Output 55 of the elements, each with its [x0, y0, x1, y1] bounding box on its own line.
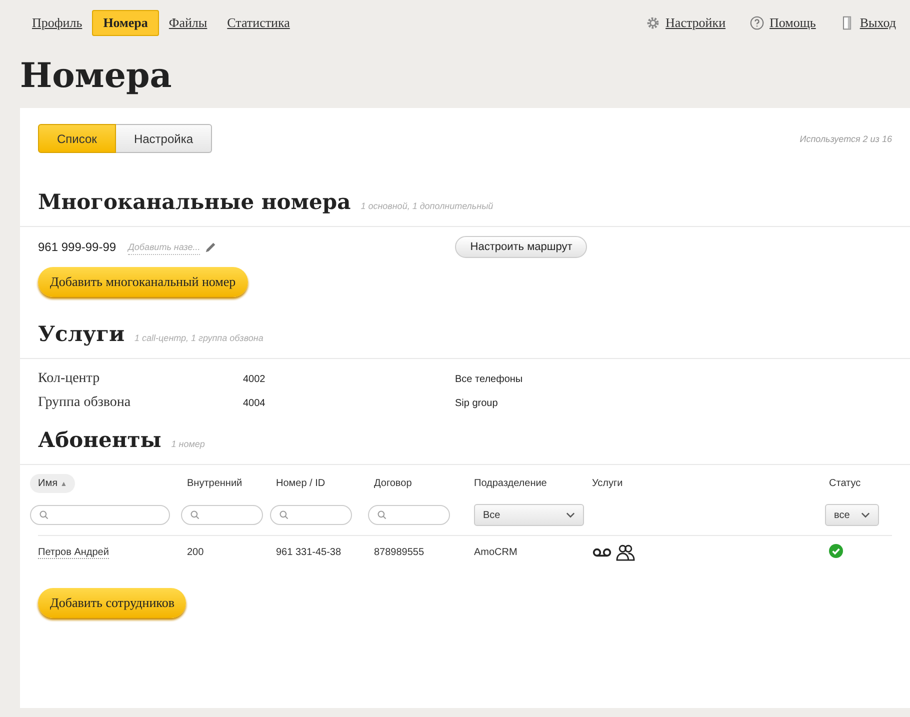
nav-link[interactable]: Профиль [32, 11, 82, 35]
table-cell: 200 [187, 546, 204, 558]
service-number: 4002 [243, 374, 266, 384]
table-cell: 878989555 [374, 546, 424, 558]
nav-link[interactable]: Номера [92, 10, 159, 36]
column-header[interactable]: Услуги [592, 478, 623, 488]
nav-link[interactable]: Помощь [770, 11, 816, 35]
nav-link[interactable]: Файлы [168, 11, 208, 35]
service-number: 4004 [243, 398, 266, 408]
column-header[interactable]: Подразделение [474, 478, 547, 488]
group-icon [616, 544, 635, 560]
column-header[interactable]: Договор [374, 478, 412, 488]
add-number-button[interactable]: Добавить многоканальный номер [38, 267, 248, 297]
table-cell: 961 331-45-38 [276, 546, 342, 558]
table-cell: AmoCRM [474, 546, 518, 558]
search-icon [39, 510, 49, 520]
usage-text: Используется 2 из 16 [800, 134, 892, 144]
help-icon[interactable] [750, 16, 764, 30]
filter-dropdown[interactable]: все [825, 504, 879, 526]
voicemail-icon [592, 546, 612, 558]
section-title: Абоненты [38, 427, 162, 452]
filter-dropdown[interactable]: Все [474, 504, 584, 526]
section-subtitle: 1 основной, 1 дополнительный [360, 201, 494, 211]
search-icon [279, 510, 289, 520]
search-icon [377, 510, 387, 520]
section-title: Услуги [38, 321, 125, 346]
page-title: Номера [20, 56, 173, 98]
chevron-icon [566, 512, 575, 518]
section-title: Многоканальные номера [38, 189, 351, 214]
tab[interactable]: Настройка [116, 124, 212, 153]
column-header[interactable]: Номер / ID [276, 478, 326, 488]
column-header[interactable]: Статус [829, 478, 861, 488]
search-icon [190, 510, 200, 520]
nav-link[interactable]: Статистика [227, 11, 290, 35]
route-button[interactable]: Настроить маршрут [455, 236, 588, 258]
section-subtitle: 1 номер [171, 439, 205, 449]
pencil-icon[interactable] [204, 240, 218, 254]
nav-link[interactable]: Выход [860, 11, 896, 35]
service-target: Все телефоны [455, 374, 524, 384]
nav-link[interactable]: Настройки [666, 11, 726, 35]
service-name[interactable]: Кол-центр [38, 371, 243, 387]
search-field[interactable] [270, 505, 352, 525]
search-field[interactable] [368, 505, 450, 525]
section-subtitle: 1 call-центр, 1 группа обзвона [134, 333, 264, 343]
gear-icon[interactable] [646, 16, 660, 30]
chevron-icon [861, 512, 870, 518]
search-field[interactable] [30, 505, 170, 525]
subscriber-name[interactable]: Петров Андрей [38, 546, 109, 558]
column-header[interactable]: Внутренний [187, 478, 242, 488]
tab[interactable]: Список [38, 124, 116, 153]
add-employees-button[interactable]: Добавить сотрудников [38, 588, 186, 618]
service-target: Sip group [455, 398, 499, 408]
phone-number: 961 999-99-99 [38, 240, 116, 254]
search-field[interactable] [181, 505, 263, 525]
service-name[interactable]: Группа обзвона [38, 395, 243, 411]
